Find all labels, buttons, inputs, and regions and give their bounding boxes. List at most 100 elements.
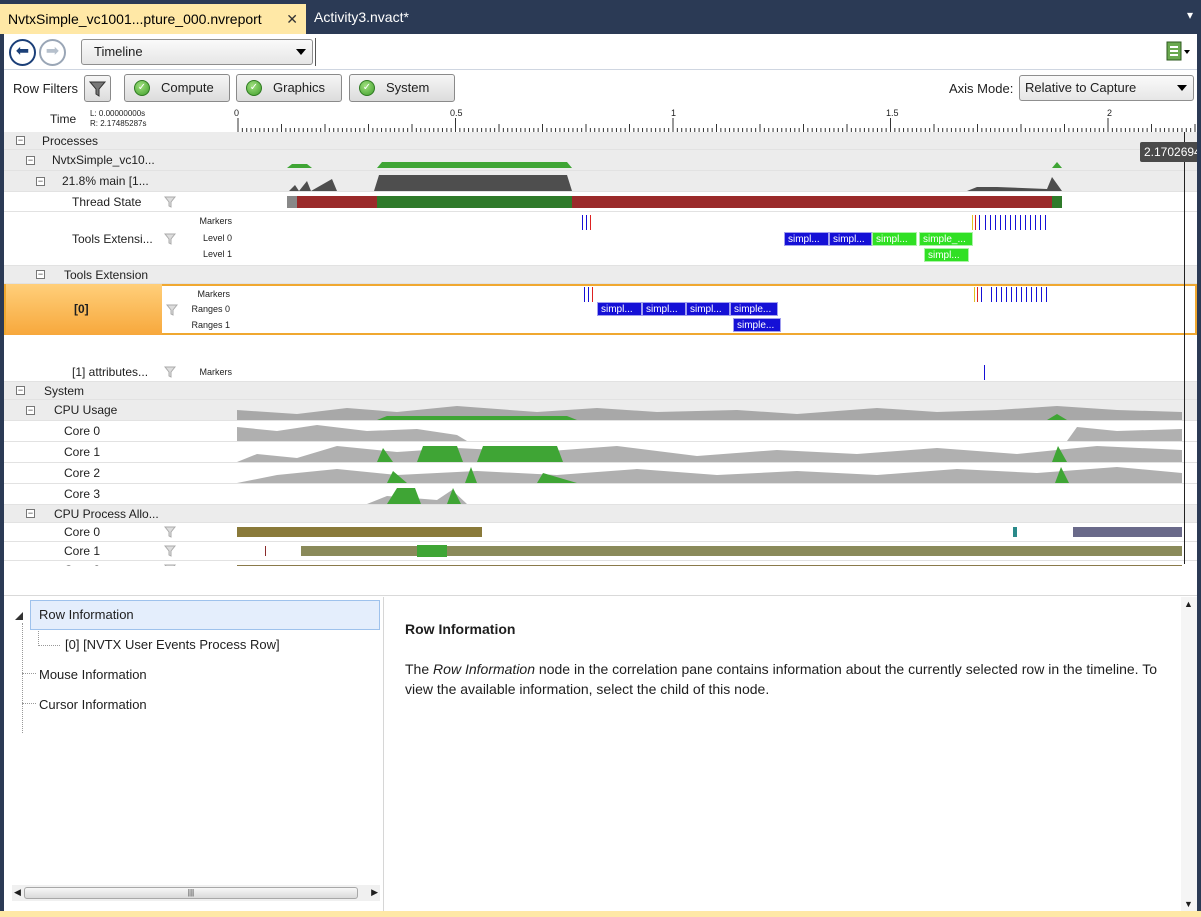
check-icon: ✓ xyxy=(246,80,262,96)
markers-sublabel: Markers xyxy=(197,289,230,299)
time-cursor-line[interactable] xyxy=(1184,132,1185,564)
pane-splitter[interactable] xyxy=(4,566,1197,596)
close-icon[interactable]: ✕ xyxy=(286,6,298,32)
tab-nvreport-label: NvtxSimple_vc1001...pture_000.nvreport xyxy=(8,11,262,27)
tree-item-cursor-information[interactable]: Cursor Information xyxy=(39,697,147,712)
filter-button[interactable] xyxy=(84,75,111,102)
thread-activity-graph xyxy=(289,175,1062,191)
row-alloc-core-1[interactable]: Core 1 xyxy=(4,542,1197,561)
level1-range[interactable]: simpl... xyxy=(924,248,969,262)
graphics-filter-label: Graphics xyxy=(273,80,326,95)
tab-activity-label: Activity3.nvact* xyxy=(314,9,409,25)
alloc-core-0-bar xyxy=(237,527,1182,537)
forward-button[interactable]: ➡ xyxy=(39,39,66,66)
row-cpu-usage-label: CPU Usage xyxy=(54,403,118,417)
row-alloc-core-0[interactable]: Core 0 xyxy=(4,523,1197,542)
system-filter-button[interactable]: ✓ System xyxy=(349,74,455,102)
compute-filter-button[interactable]: ✓ Compute xyxy=(124,74,230,102)
right-time: R: 2.17485287s xyxy=(90,119,147,128)
alloc-core-0-label: Core 0 xyxy=(64,525,101,539)
alloc-core-1-bar xyxy=(265,545,1182,557)
row-tools-extension-label: Tools Extension xyxy=(64,268,149,282)
tick-label-0: 0 xyxy=(234,108,240,118)
filter-icon[interactable] xyxy=(164,196,176,208)
back-arrow-icon: ⬅ xyxy=(15,43,30,60)
row-cpu-alloc-label: CPU Process Allo... xyxy=(54,507,159,521)
filter-icon[interactable] xyxy=(164,545,176,557)
row-process[interactable]: − NvtxSimple_vc10... xyxy=(4,150,1197,171)
ranges0-range[interactable]: simpl... xyxy=(686,302,730,316)
level0-range[interactable]: simple_... xyxy=(919,232,973,246)
row-processes[interactable]: − Processes xyxy=(4,132,1197,150)
filter-icon xyxy=(88,81,107,97)
scroll-down-icon[interactable]: ▼ xyxy=(1184,899,1193,909)
scroll-right-icon[interactable]: ▶ xyxy=(371,887,378,898)
ranges0-sublabel: Ranges 0 xyxy=(191,304,230,314)
tab-nvreport[interactable]: NvtxSimple_vc1001...pture_000.nvreport ✕ xyxy=(0,4,306,34)
tree-item-mouse-information[interactable]: Mouse Information xyxy=(39,667,147,682)
index1-markers xyxy=(984,365,985,380)
tree-horizontal-scrollbar[interactable]: ◀ ||| ▶ xyxy=(12,885,380,901)
info-title: Row Information xyxy=(405,621,516,637)
ranges0-range[interactable]: simpl... xyxy=(597,302,642,316)
cpu-usage-graph xyxy=(237,406,1182,420)
core-2-label: Core 2 xyxy=(64,466,101,480)
view-select[interactable]: Timeline xyxy=(81,39,313,65)
row-index-1-label: [1] attributes... xyxy=(72,365,149,379)
compute-filter-label: Compute xyxy=(161,80,214,95)
forward-arrow-icon: ➡ xyxy=(45,43,60,60)
time-ruler[interactable]: Time L: 0.00000000s R: 2.17485287s 0 0.5… xyxy=(4,106,1197,132)
info-vertical-scrollbar[interactable]: ▲ ▼ xyxy=(1181,597,1197,911)
collapse-icon[interactable]: − xyxy=(26,156,35,165)
view-select-value: Timeline xyxy=(94,44,143,59)
tree-item-nvtx-row[interactable]: [0] [NVTX User Events Process Row] xyxy=(65,637,280,652)
scroll-left-icon[interactable]: ◀ xyxy=(14,887,21,898)
tab-activity[interactable]: Activity3.nvact* xyxy=(306,4,417,34)
tree-line xyxy=(22,673,36,674)
alloc-core-1-label: Core 1 xyxy=(64,544,101,558)
row-tools-extension-thread[interactable]: Tools Extensi... Markers Level 0 Level 1… xyxy=(4,212,1197,266)
graphics-filter-button[interactable]: ✓ Graphics xyxy=(236,74,342,102)
collapse-icon[interactable]: − xyxy=(26,509,35,518)
row-process-label: NvtxSimple_vc10... xyxy=(52,153,155,167)
row-cpu-process-alloc[interactable]: − CPU Process Allo... xyxy=(4,505,1197,523)
export-icon[interactable] xyxy=(1165,40,1191,64)
row-index-1[interactable]: [1] attributes... Markers xyxy=(4,363,1197,382)
row-thread-state[interactable]: Thread State xyxy=(4,192,1197,212)
ranges0-range[interactable]: simple... xyxy=(730,302,778,316)
filter-icon[interactable] xyxy=(164,526,176,538)
toolbar-separator xyxy=(315,38,316,66)
scroll-up-icon[interactable]: ▲ xyxy=(1184,599,1193,609)
row-cpu-core-2[interactable]: Core 2 xyxy=(4,463,1197,484)
level0-range[interactable]: simpl... xyxy=(872,232,917,246)
chevron-down-icon[interactable]: ▾ xyxy=(1187,8,1193,22)
collapse-icon[interactable]: − xyxy=(26,406,35,415)
collapse-icon[interactable]: − xyxy=(36,177,45,186)
axis-mode-select[interactable]: Relative to Capture xyxy=(1019,75,1194,101)
scroll-thumb[interactable]: ||| xyxy=(24,887,358,899)
row-cpu-core-3[interactable]: Core 3 xyxy=(4,484,1197,505)
collapse-icon[interactable]: − xyxy=(36,270,45,279)
core-0-label: Core 0 xyxy=(64,424,101,438)
level0-range[interactable]: simpl... xyxy=(784,232,829,246)
expanded-triangle-icon[interactable] xyxy=(14,611,24,621)
ranges1-sublabel: Ranges 1 xyxy=(191,320,230,330)
row-thread[interactable]: − 21.8% main [1... xyxy=(4,171,1197,192)
row-cpu-core-0[interactable]: Core 0 xyxy=(4,421,1197,442)
level0-sublabel: Level 0 xyxy=(202,233,232,243)
row-tools-ext-label: Tools Extensi... xyxy=(72,232,153,246)
collapse-icon[interactable]: − xyxy=(16,386,25,395)
row-system[interactable]: − System xyxy=(4,382,1197,400)
ranges0-range[interactable]: simpl... xyxy=(642,302,686,316)
core-0-graph xyxy=(237,425,1182,441)
row-cpu-core-1[interactable]: Core 1 xyxy=(4,442,1197,463)
thread-state-bar xyxy=(287,196,1062,208)
row-cpu-usage[interactable]: − CPU Usage xyxy=(4,400,1197,421)
back-button[interactable]: ⬅ xyxy=(9,39,36,66)
level0-range[interactable]: simpl... xyxy=(829,232,872,246)
row-index-0-selected[interactable]: [0] Markers Ranges 0 Ranges 1 simpl... s… xyxy=(4,284,1197,335)
row-tools-extension[interactable]: − Tools Extension xyxy=(4,266,1197,284)
timeline-view[interactable]: Time L: 0.00000000s R: 2.17485287s 0 0.5… xyxy=(4,106,1197,566)
ranges1-range[interactable]: simple... xyxy=(733,318,781,332)
collapse-icon[interactable]: − xyxy=(16,136,25,145)
